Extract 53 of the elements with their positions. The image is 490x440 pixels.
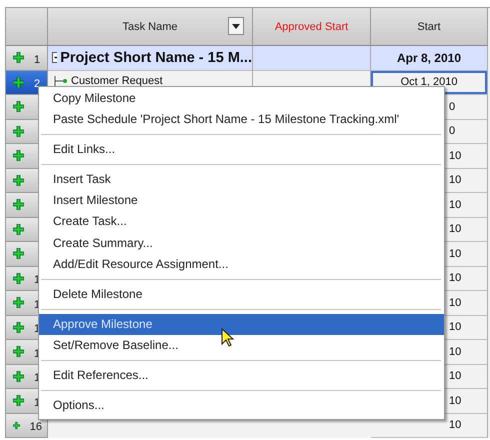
start-date: 10 bbox=[449, 272, 462, 284]
start-date: 10 bbox=[449, 198, 462, 211]
task-name: Project Short Name - 15 M... bbox=[60, 50, 252, 66]
caret-icon bbox=[232, 24, 240, 28]
add-icon[interactable] bbox=[13, 420, 20, 431]
add-icon[interactable] bbox=[13, 395, 24, 406]
add-icon[interactable] bbox=[13, 126, 24, 137]
collapse-icon[interactable] bbox=[52, 52, 58, 63]
menu-item[interactable]: Insert Task bbox=[39, 169, 444, 190]
start-date: 10 bbox=[449, 174, 462, 186]
start-date: 10 bbox=[449, 394, 462, 407]
add-icon[interactable] bbox=[13, 272, 24, 284]
add-icon[interactable] bbox=[13, 248, 24, 260]
menu-item[interactable]: Paste Schedule 'Project Short Name - 15 Milestone Tracking.xml' bbox=[39, 109, 444, 130]
dropdown-button[interactable] bbox=[228, 17, 244, 35]
add-icon[interactable] bbox=[13, 150, 24, 162]
add-icon[interactable] bbox=[13, 101, 24, 112]
start-date: 10 bbox=[449, 248, 462, 260]
row-number: 16 bbox=[30, 421, 42, 433]
pointer-icon bbox=[221, 328, 235, 348]
task-name: Customer Request bbox=[71, 74, 163, 86]
start-date: 0 bbox=[449, 125, 456, 138]
menu-item[interactable]: Create Summary... bbox=[39, 232, 444, 254]
add-icon[interactable] bbox=[13, 322, 24, 333]
row-number: 1 bbox=[34, 54, 40, 66]
menu-item[interactable]: Insert Milestone bbox=[39, 190, 444, 212]
add-icon[interactable] bbox=[13, 297, 24, 308]
menu-item[interactable]: Approve Milestone bbox=[39, 314, 444, 335]
add-icon[interactable] bbox=[13, 76, 24, 88]
start-date: Apr 8, 2010 bbox=[396, 50, 462, 65]
add-icon[interactable] bbox=[13, 370, 24, 382]
start-date: 0 bbox=[449, 100, 456, 113]
column-title: Start bbox=[417, 20, 441, 32]
start-date: 10 bbox=[449, 150, 462, 162]
start-date: 10 bbox=[449, 370, 462, 382]
add-icon[interactable] bbox=[13, 199, 24, 210]
add-icon[interactable] bbox=[13, 224, 24, 235]
start-date: 10 bbox=[449, 419, 462, 432]
start-date: 10 bbox=[449, 223, 462, 236]
column-title: Approved Start bbox=[274, 20, 348, 32]
add-icon[interactable] bbox=[13, 174, 24, 186]
start-date: 10 bbox=[449, 321, 462, 334]
tree-connector-icon bbox=[54, 76, 68, 86]
row-header[interactable]: 16 bbox=[6, 414, 48, 438]
add-icon[interactable] bbox=[13, 52, 24, 64]
menu-item[interactable]: Edit Links... bbox=[39, 139, 444, 160]
menu-item[interactable]: Create Task... bbox=[39, 211, 444, 233]
start-date: Oct 1, 2010 bbox=[400, 76, 458, 88]
start-date: 10 bbox=[449, 346, 462, 358]
add-icon[interactable] bbox=[13, 346, 24, 358]
start-date: 10 bbox=[449, 296, 462, 309]
row-header[interactable]: 1 bbox=[6, 46, 48, 70]
column-title: Task Name bbox=[122, 20, 178, 32]
